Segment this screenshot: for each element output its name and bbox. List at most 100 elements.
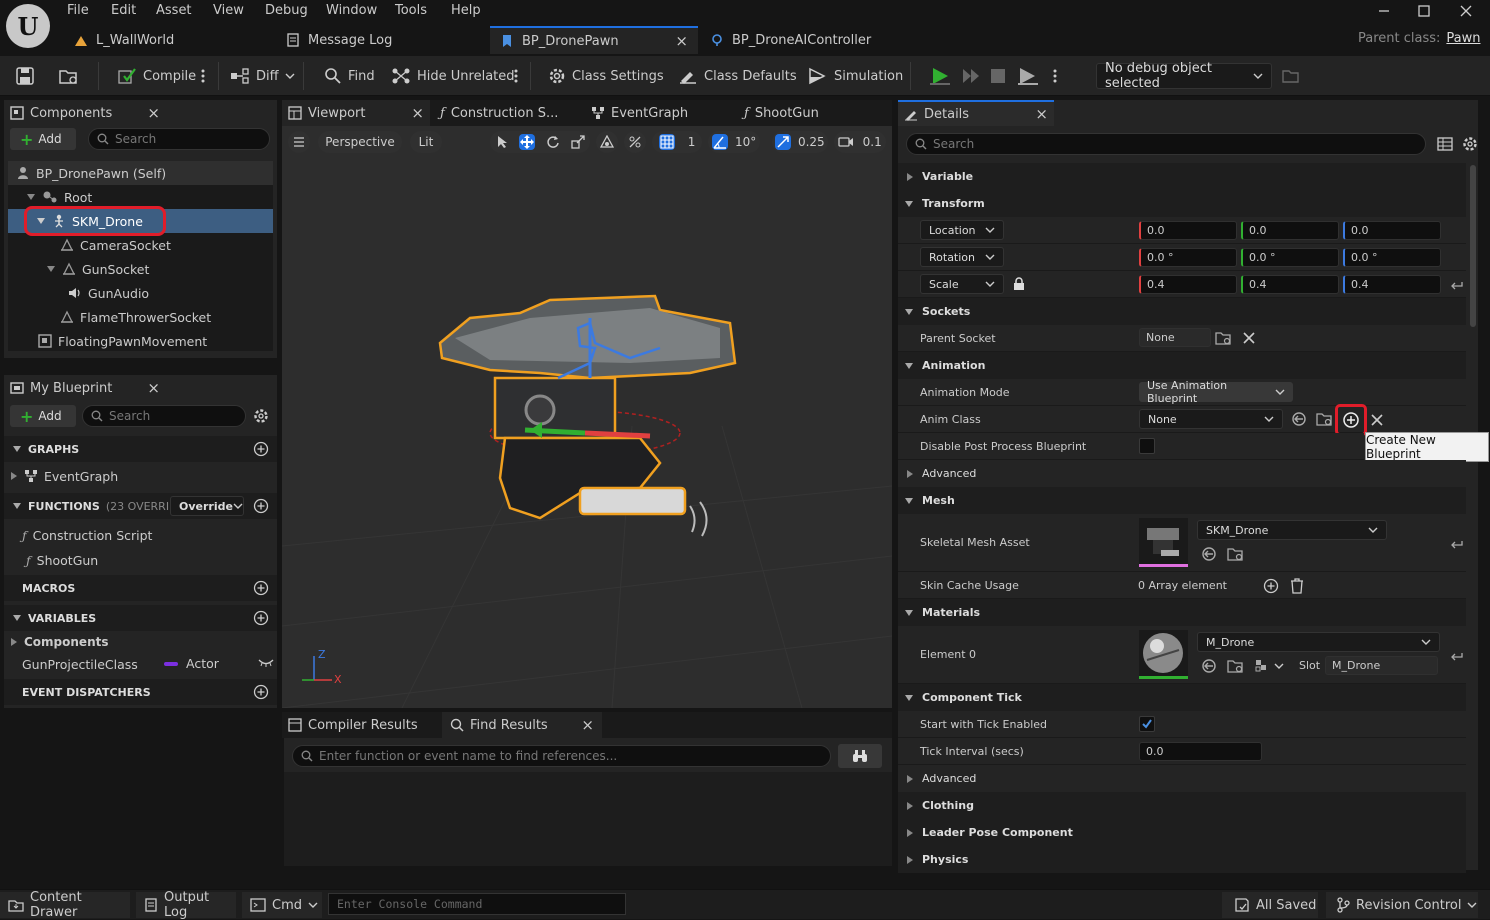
add-graph-icon[interactable]	[253, 441, 269, 457]
category-animation-advanced[interactable]: Advanced	[898, 460, 1466, 487]
simulation-button[interactable]: Simulation	[808, 64, 903, 88]
output-log-button[interactable]: Output Log	[136, 890, 236, 920]
class-settings-button[interactable]: Class Settings	[548, 64, 664, 88]
property-matrix-icon[interactable]	[1437, 136, 1453, 152]
gear-icon[interactable]	[253, 408, 269, 424]
compile-button[interactable]: Compile	[117, 64, 196, 88]
category-mesh[interactable]: Mesh	[898, 487, 1466, 514]
scale-x-field[interactable]: 0.4	[1139, 275, 1237, 294]
diff-button[interactable]: Diff	[230, 64, 295, 88]
add-event-dispatcher-icon[interactable]	[253, 684, 269, 700]
tab-bp-dronepawn[interactable]: BP_DronePawn ×	[490, 26, 698, 54]
rotation-snap-group[interactable]: 10°	[708, 131, 760, 153]
category-variable[interactable]: Variable	[898, 163, 1466, 190]
reset-to-default-icon[interactable]	[1450, 649, 1464, 661]
rotation-mode-dropdown[interactable]: Rotation	[920, 247, 1004, 267]
console-command-input[interactable]: Enter Console Command	[328, 893, 626, 915]
slot-field[interactable]: M_Drone	[1325, 656, 1438, 675]
close-tab-icon[interactable]: ×	[675, 32, 688, 50]
find-button[interactable]: Find	[324, 64, 375, 88]
skeletal-mesh-thumbnail[interactable]	[1139, 518, 1188, 567]
translate-icon[interactable]	[518, 134, 535, 150]
parent-socket-field[interactable]: None	[1139, 328, 1211, 347]
grid-snap-group[interactable]: 1	[652, 131, 702, 153]
scale-icon[interactable]	[570, 135, 585, 149]
select-arrow-icon[interactable]	[496, 135, 508, 149]
compile-options-icon[interactable]	[200, 68, 206, 84]
maximize-icon[interactable]	[1417, 4, 1431, 18]
find-options-icon[interactable]	[513, 68, 519, 84]
rotation-y-field[interactable]: 0.0 °	[1241, 248, 1339, 267]
category-tick-advanced[interactable]: Advanced	[898, 765, 1466, 792]
unreal-logo-icon[interactable]: U	[6, 4, 50, 48]
disable-post-process-checkbox[interactable]	[1139, 438, 1155, 454]
tab-level-wallworld[interactable]: L_WallWorld	[64, 26, 274, 54]
checker-options-icon[interactable]	[1255, 658, 1285, 674]
tab-shootgun[interactable]: ƒ ShootGun	[744, 100, 874, 126]
scale-snap-group[interactable]: 0.25	[772, 131, 828, 153]
clear-icon[interactable]	[1371, 414, 1383, 426]
close-panel-icon[interactable]: ×	[147, 104, 160, 122]
anim-class-dropdown[interactable]: None	[1139, 409, 1283, 429]
stop-icon[interactable]	[990, 68, 1006, 84]
world-local-icon[interactable]	[596, 131, 618, 153]
debug-object-dropdown[interactable]: No debug object selected	[1096, 61, 1272, 91]
camera-speed-group[interactable]: 0.1	[834, 131, 886, 153]
category-sockets[interactable]: Sockets	[898, 298, 1466, 325]
variable-gunprojectileclass[interactable]: GunProjectileClass	[4, 652, 277, 676]
lit-button[interactable]: Lit	[410, 131, 442, 153]
tab-eventgraph[interactable]: EventGraph	[591, 100, 731, 126]
category-leader-pose[interactable]: Leader Pose Component	[898, 819, 1466, 846]
find-references-input[interactable]: Enter function or event name to find ref…	[292, 745, 831, 767]
add-variable-icon[interactable]	[253, 610, 269, 626]
rotation-x-field[interactable]: 0.0 °	[1139, 248, 1237, 267]
location-y-field[interactable]: 0.0	[1241, 221, 1339, 240]
play-options-icon[interactable]	[1052, 68, 1058, 84]
hide-unrelated-button[interactable]: Hide Unrelated	[391, 64, 515, 88]
material-thumbnail[interactable]	[1139, 630, 1188, 679]
menu-edit[interactable]: Edit	[111, 3, 136, 18]
viewport-menu-button[interactable]	[288, 131, 310, 153]
use-selected-icon[interactable]	[1201, 658, 1217, 674]
visibility-eye-icon[interactable]	[258, 658, 274, 668]
menu-asset[interactable]: Asset	[156, 3, 192, 18]
tab-construction-script[interactable]: ƒ Construction S...	[440, 100, 580, 126]
tree-item-floating-pawn-movement[interactable]: FloatingPawnMovement	[8, 329, 273, 353]
scale-mode-dropdown[interactable]: Scale	[920, 274, 1004, 294]
section-variables[interactable]: VARIABLES	[4, 605, 277, 631]
clear-icon[interactable]	[1243, 332, 1255, 344]
material-dropdown[interactable]: M_Drone	[1197, 632, 1440, 652]
use-selected-icon[interactable]	[1291, 411, 1307, 427]
menu-window[interactable]: Window	[326, 3, 377, 18]
browse-asset-icon[interactable]	[1227, 658, 1245, 674]
close-tab-icon[interactable]: ×	[411, 104, 424, 122]
cmd-dropdown[interactable]: Cmd	[242, 892, 322, 918]
my-blueprint-tab[interactable]: My Blueprint ×	[10, 375, 160, 401]
my-blueprint-search-input[interactable]: Search	[82, 405, 246, 427]
add-component-button[interactable]: + Add	[10, 128, 76, 150]
tab-compiler-results[interactable]: Compiler Results	[288, 712, 438, 738]
lock-icon[interactable]	[1012, 277, 1026, 291]
add-element-icon[interactable]	[1263, 578, 1279, 594]
graph-item-eventgraph[interactable]: EventGraph	[4, 464, 277, 488]
perspective-button[interactable]: Perspective	[318, 131, 402, 153]
reset-to-default-icon[interactable]	[1450, 537, 1464, 549]
browse-folder-icon[interactable]	[58, 66, 80, 86]
menu-help[interactable]: Help	[451, 3, 481, 18]
step-icon[interactable]	[961, 67, 981, 85]
add-blueprint-item-button[interactable]: + Add	[10, 405, 76, 427]
tree-item-gun-audio[interactable]: GunAudio	[8, 281, 273, 305]
close-panel-icon[interactable]: ×	[147, 379, 160, 397]
function-construction-script[interactable]: ƒ Construction Script	[4, 523, 277, 547]
tree-item-flamethrower-socket[interactable]: FlameThrowerSocket	[8, 305, 273, 329]
section-event-dispatchers[interactable]: EVENT DISPATCHERS	[4, 679, 277, 705]
scale-z-field[interactable]: 0.4	[1343, 275, 1441, 294]
surface-snapping-icon[interactable]	[624, 131, 646, 153]
function-shootgun[interactable]: ƒ ShootGun	[4, 548, 277, 572]
drone-mesh-preview[interactable]	[430, 288, 740, 538]
revision-control-button[interactable]: Revision Control	[1326, 892, 1478, 918]
parent-class-link[interactable]: Pawn	[1446, 31, 1480, 46]
use-selected-icon[interactable]	[1201, 546, 1217, 562]
location-x-field[interactable]: 0.0	[1139, 221, 1237, 240]
tree-item-gun-socket[interactable]: GunSocket	[8, 257, 273, 281]
